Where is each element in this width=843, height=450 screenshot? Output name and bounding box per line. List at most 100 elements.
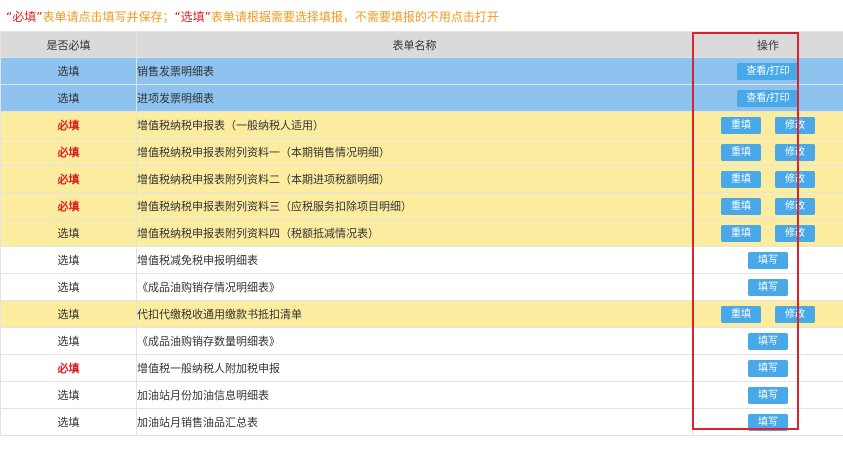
table-row: 必填 增值税纳税申报表附列资料二（本期进项税额明细） 重填 修改 — [0, 165, 843, 193]
required-status-label: 必填 — [57, 146, 80, 159]
column-header-required: 是否必填 — [0, 31, 137, 58]
required-status-label: 选填 — [57, 65, 80, 78]
form-name-cell: 增值税减免税申报明细表 — [136, 246, 693, 274]
fill-in-button[interactable]: 填写 — [748, 332, 788, 350]
modify-button[interactable]: 修改 — [775, 170, 815, 188]
modify-button[interactable]: 修改 — [775, 143, 815, 161]
table-row: 选填 《成品油购销存情况明细表》 填写 — [0, 273, 843, 301]
table-row: 选填 加油站月销售油品汇总表 填写 — [0, 408, 843, 436]
operations-cell: 填写 — [692, 327, 843, 355]
required-status-label: 选填 — [57, 227, 80, 240]
required-cell: 选填 — [0, 408, 137, 436]
table-row: 选填 增值税减免税申报明细表 填写 — [0, 246, 843, 274]
operations-cell: 重填 修改 — [692, 138, 843, 166]
required-cell: 选填 — [0, 219, 137, 247]
modify-button[interactable]: 修改 — [775, 224, 815, 242]
form-name-label: 进项发票明细表 — [137, 92, 215, 105]
required-cell: 选填 — [0, 327, 137, 355]
form-name-label: 增值税一般纳税人附加税申报 — [137, 362, 281, 375]
fill-in-button[interactable]: 填写 — [748, 278, 788, 296]
form-name-label: 增值税纳税申报表附列资料一（本期销售情况明细） — [137, 146, 391, 159]
form-name-cell: 销售发票明细表 — [136, 57, 693, 85]
form-name-label: 增值税纳税申报表附列资料三（应税服务扣除项目明细） — [137, 200, 413, 213]
modify-button[interactable]: 修改 — [775, 116, 815, 134]
notice-segment: 表单请点击填写并保存； — [42, 10, 175, 24]
modify-button[interactable]: 修改 — [775, 197, 815, 215]
operations-cell: 重填 修改 — [692, 300, 843, 328]
table-row: 选填 代扣代缴税收通用缴款书抵扣清单 重填 修改 — [0, 300, 843, 328]
table-row: 必填 增值税纳税申报表附列资料一（本期销售情况明细） 重填 修改 — [0, 138, 843, 166]
required-cell: 选填 — [0, 273, 137, 301]
refill-button[interactable]: 重填 — [721, 197, 761, 215]
required-status-label: 选填 — [57, 335, 80, 348]
refill-button[interactable]: 重填 — [721, 170, 761, 188]
required-cell: 选填 — [0, 246, 137, 274]
fill-in-button[interactable]: 填写 — [748, 251, 788, 269]
required-status-label: 必填 — [57, 200, 80, 213]
required-status-label: 选填 — [57, 281, 80, 294]
form-name-label: 增值税纳税申报表附列资料二（本期进项税额明细） — [137, 173, 391, 186]
required-cell: 必填 — [0, 354, 137, 382]
operations-cell: 填写 — [692, 246, 843, 274]
operations-cell: 填写 — [692, 273, 843, 301]
operations-cell: 查看/打印 — [692, 57, 843, 85]
fill-in-button[interactable]: 填写 — [748, 413, 788, 431]
fill-in-button[interactable]: 填写 — [748, 386, 788, 404]
required-cell: 必填 — [0, 111, 137, 139]
operations-cell: 重填 修改 — [692, 111, 843, 139]
form-name-label: 《成品油购销存数量明细表》 — [137, 335, 281, 348]
form-name-cell: 《成品油购销存数量明细表》 — [136, 327, 693, 355]
form-name-label: 加油站月份加油信息明细表 — [137, 389, 270, 402]
column-header-operations: 操作 — [692, 31, 843, 58]
required-status-label: 选填 — [57, 389, 80, 402]
required-status-label: 选填 — [57, 416, 80, 429]
required-cell: 选填 — [0, 300, 137, 328]
operations-cell: 重填 修改 — [692, 165, 843, 193]
form-name-label: 销售发票明细表 — [137, 65, 215, 78]
operations-cell: 填写 — [692, 408, 843, 436]
required-status-label: 选填 — [57, 92, 80, 105]
form-name-cell: 代扣代缴税收通用缴款书抵扣清单 — [136, 300, 693, 328]
required-cell: 选填 — [0, 57, 137, 85]
table-body: 选填 销售发票明细表 查看/打印 选填 进项发票明细表 查看/打印 必填 增值税纳税申报表（一… — [0, 57, 843, 436]
table-row: 必填 增值税一般纳税人附加税申报 填写 — [0, 354, 843, 382]
form-name-cell: 增值税纳税申报表（一般纳税人适用） — [136, 111, 693, 139]
fill-in-button[interactable]: 填写 — [748, 359, 788, 377]
form-name-cell: 增值税纳税申报表附列资料四（税额抵减情况表） — [136, 219, 693, 247]
required-cell: 选填 — [0, 84, 137, 112]
required-cell: 必填 — [0, 138, 137, 166]
required-status-label: 必填 — [57, 119, 80, 132]
required-status-label: 选填 — [57, 308, 80, 321]
form-name-label: 《成品油购销存情况明细表》 — [137, 281, 281, 294]
form-name-label: 代扣代缴税收通用缴款书抵扣清单 — [137, 308, 303, 321]
form-name-cell: 增值税纳税申报表附列资料二（本期进项税额明细） — [136, 165, 693, 193]
form-name-label: 增值税纳税申报表附列资料四（税额抵减情况表） — [137, 227, 380, 240]
refill-button[interactable]: 重填 — [721, 224, 761, 242]
required-cell: 必填 — [0, 192, 137, 220]
form-name-label: 加油站月销售油品汇总表 — [137, 416, 259, 429]
view-print-button[interactable]: 查看/打印 — [737, 62, 799, 80]
form-name-cell: 加油站月份加油信息明细表 — [136, 381, 693, 409]
view-print-button[interactable]: 查看/打印 — [737, 89, 799, 107]
notice-segment: “必填” — [6, 10, 43, 24]
refill-button[interactable]: 重填 — [721, 143, 761, 161]
refill-button[interactable]: 重填 — [721, 305, 761, 323]
refill-button[interactable]: 重填 — [721, 116, 761, 134]
table-row: 选填 进项发票明细表 查看/打印 — [0, 84, 843, 112]
form-name-cell: 增值税一般纳税人附加税申报 — [136, 354, 693, 382]
operations-cell: 填写 — [692, 381, 843, 409]
form-instructions-notice: “必填”表单请点击填写并保存；“选填”表单请根据需要选择填报，不需要填报的不用点… — [6, 6, 836, 28]
table-row: 必填 增值税纳税申报表（一般纳税人适用） 重填 修改 — [0, 111, 843, 139]
form-name-label: 增值税纳税申报表（一般纳税人适用） — [137, 119, 325, 132]
required-status-label: 必填 — [57, 362, 80, 375]
form-name-cell: 《成品油购销存情况明细表》 — [136, 273, 693, 301]
form-name-cell: 进项发票明细表 — [136, 84, 693, 112]
table-row: 选填 增值税纳税申报表附列资料四（税额抵减情况表） 重填 修改 — [0, 219, 843, 247]
modify-button[interactable]: 修改 — [775, 305, 815, 323]
table-row: 选填 加油站月份加油信息明细表 填写 — [0, 381, 843, 409]
table-row: 选填 《成品油购销存数量明细表》 填写 — [0, 327, 843, 355]
form-name-label: 增值税减免税申报明细表 — [137, 254, 259, 267]
notice-segment: 表单请根据需要选择填报，不需要填报的不用点击打开 — [210, 10, 499, 24]
form-name-cell: 增值税纳税申报表附列资料三（应税服务扣除项目明细） — [136, 192, 693, 220]
column-header-form-name: 表单名称 — [136, 31, 693, 58]
